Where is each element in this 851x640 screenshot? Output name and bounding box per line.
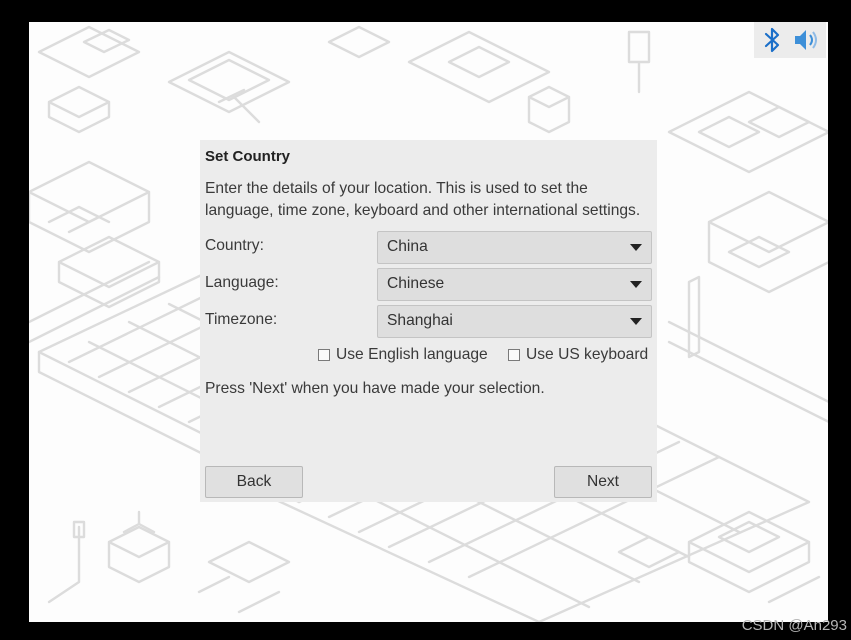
timezone-label: Timezone: [205,311,278,328]
use-english-language-label: Use English language [336,346,488,363]
use-us-keyboard-label: Use US keyboard [526,346,649,363]
dialog-hint: Press 'Next' when you have made your sel… [205,380,545,397]
chevron-down-icon [630,318,642,325]
chevron-down-icon [630,281,642,288]
checkbox-box[interactable] [318,349,330,361]
language-dropdown[interactable]: Chinese [377,268,652,301]
system-tray [754,22,826,58]
country-value: China [387,238,428,255]
volume-icon[interactable] [792,26,818,54]
language-label: Language: [205,274,279,291]
country-dropdown[interactable]: China [377,231,652,264]
chevron-down-icon [630,244,642,251]
use-english-language-checkbox[interactable]: Use English language [318,346,488,364]
set-country-dialog: Set Country Enter the details of your lo… [200,140,657,502]
watermark: CSDN @An293 [741,617,847,634]
next-button[interactable]: Next [554,466,652,498]
checkbox-box[interactable] [508,349,520,361]
timezone-value: Shanghai [387,312,453,329]
bluetooth-icon[interactable] [759,26,785,54]
timezone-dropdown[interactable]: Shanghai [377,305,652,338]
back-button[interactable]: Back [205,466,303,498]
use-us-keyboard-checkbox[interactable]: Use US keyboard [508,346,648,364]
country-label: Country: [205,237,264,254]
dialog-title: Set Country [205,148,291,165]
dialog-description: Enter the details of your location. This… [205,180,641,219]
language-value: Chinese [387,275,445,292]
